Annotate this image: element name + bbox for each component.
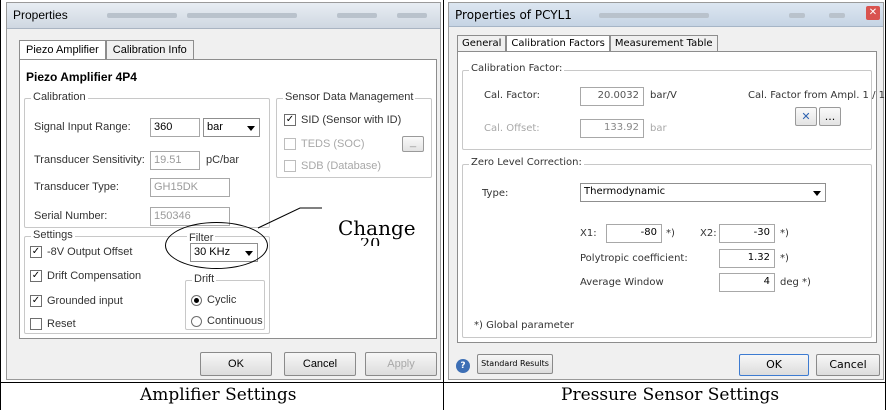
zero-correction-type-select[interactable]: Thermodynamic bbox=[580, 183, 826, 202]
cal-factor-input[interactable]: 20.0032 bbox=[580, 87, 644, 106]
x1-label: X1: bbox=[580, 228, 597, 239]
cal-offset-input[interactable]: 133.92 bbox=[580, 119, 644, 138]
tab-measurement-table[interactable]: Measurement Table bbox=[609, 35, 718, 51]
chevron-down-icon bbox=[813, 191, 821, 196]
average-window-input[interactable]: 4 bbox=[719, 273, 775, 292]
pressure-sensor-settings-caption: Pressure Sensor Settings bbox=[561, 385, 780, 405]
cal-offset-unit: bar bbox=[650, 123, 667, 134]
annotation-change-text: Change bbox=[338, 216, 416, 240]
close-icon[interactable]: ✕ bbox=[866, 6, 880, 20]
standard-results-button[interactable]: Standard Results bbox=[477, 354, 553, 374]
zero-level-correction-label: Zero Level Correction: bbox=[469, 157, 584, 168]
table-border bbox=[0, 0, 1, 410]
tab-strip: General Calibration Factors Measurement … bbox=[457, 35, 718, 51]
cal-factor-from-ampl-label: Cal. Factor from Ampl. 1 / 1 bbox=[748, 90, 886, 101]
tab-panel: Calibration Factor: Cal. Factor: 20.0032… bbox=[457, 51, 885, 343]
x1-input[interactable]: -80 bbox=[606, 224, 662, 243]
polytropic-label: Polytropic coefficient: bbox=[580, 253, 688, 264]
global-parameter-footnote: *) Global parameter bbox=[474, 320, 574, 331]
tab-calibration-factors[interactable]: Calibration Factors bbox=[506, 35, 610, 51]
amplifier-settings-caption: Amplifier Settings bbox=[140, 385, 297, 405]
cal-offset-label: Cal. Offset: bbox=[484, 123, 540, 134]
dialog-title: Properties of PCYL1 bbox=[455, 8, 572, 22]
x2-label: X2: bbox=[700, 228, 717, 239]
zero-correction-type-value: Thermodynamic bbox=[584, 186, 666, 197]
x1-suffix: *) bbox=[666, 228, 675, 239]
table-border bbox=[0, 382, 886, 383]
browse-ampl-button[interactable]: ... bbox=[819, 107, 841, 126]
blurred-title-text bbox=[829, 13, 845, 18]
cal-factor-label: Cal. Factor: bbox=[484, 90, 541, 101]
polytropic-suffix: *) bbox=[780, 253, 789, 264]
pressure-sensor-properties-dialog: Properties of PCYL1 ✕ General Calibratio… bbox=[448, 2, 885, 380]
tab-general[interactable]: General bbox=[457, 35, 507, 51]
x2-input[interactable]: -30 bbox=[719, 224, 775, 243]
type-label: Type: bbox=[482, 188, 509, 199]
cancel-button[interactable]: Cancel bbox=[816, 354, 880, 376]
cal-factor-unit: bar/V bbox=[650, 90, 677, 101]
average-window-label: Average Window bbox=[580, 277, 664, 288]
calibration-factor-group-label: Calibration Factor: bbox=[469, 63, 565, 74]
average-window-suffix: deg *) bbox=[780, 277, 811, 288]
ok-button[interactable]: OK bbox=[739, 354, 809, 376]
help-icon[interactable]: ? bbox=[456, 359, 470, 373]
x2-suffix: *) bbox=[780, 228, 789, 239]
annotation-cut-text: 20 bbox=[360, 238, 410, 246]
title-bar: Properties of PCYL1 ✕ bbox=[449, 3, 883, 27]
blurred-title-text bbox=[599, 13, 709, 18]
clear-ampl-button[interactable]: ✕ bbox=[795, 107, 817, 126]
blurred-title-text bbox=[789, 13, 805, 18]
polytropic-input[interactable]: 1.32 bbox=[719, 249, 775, 268]
table-border bbox=[443, 0, 444, 410]
